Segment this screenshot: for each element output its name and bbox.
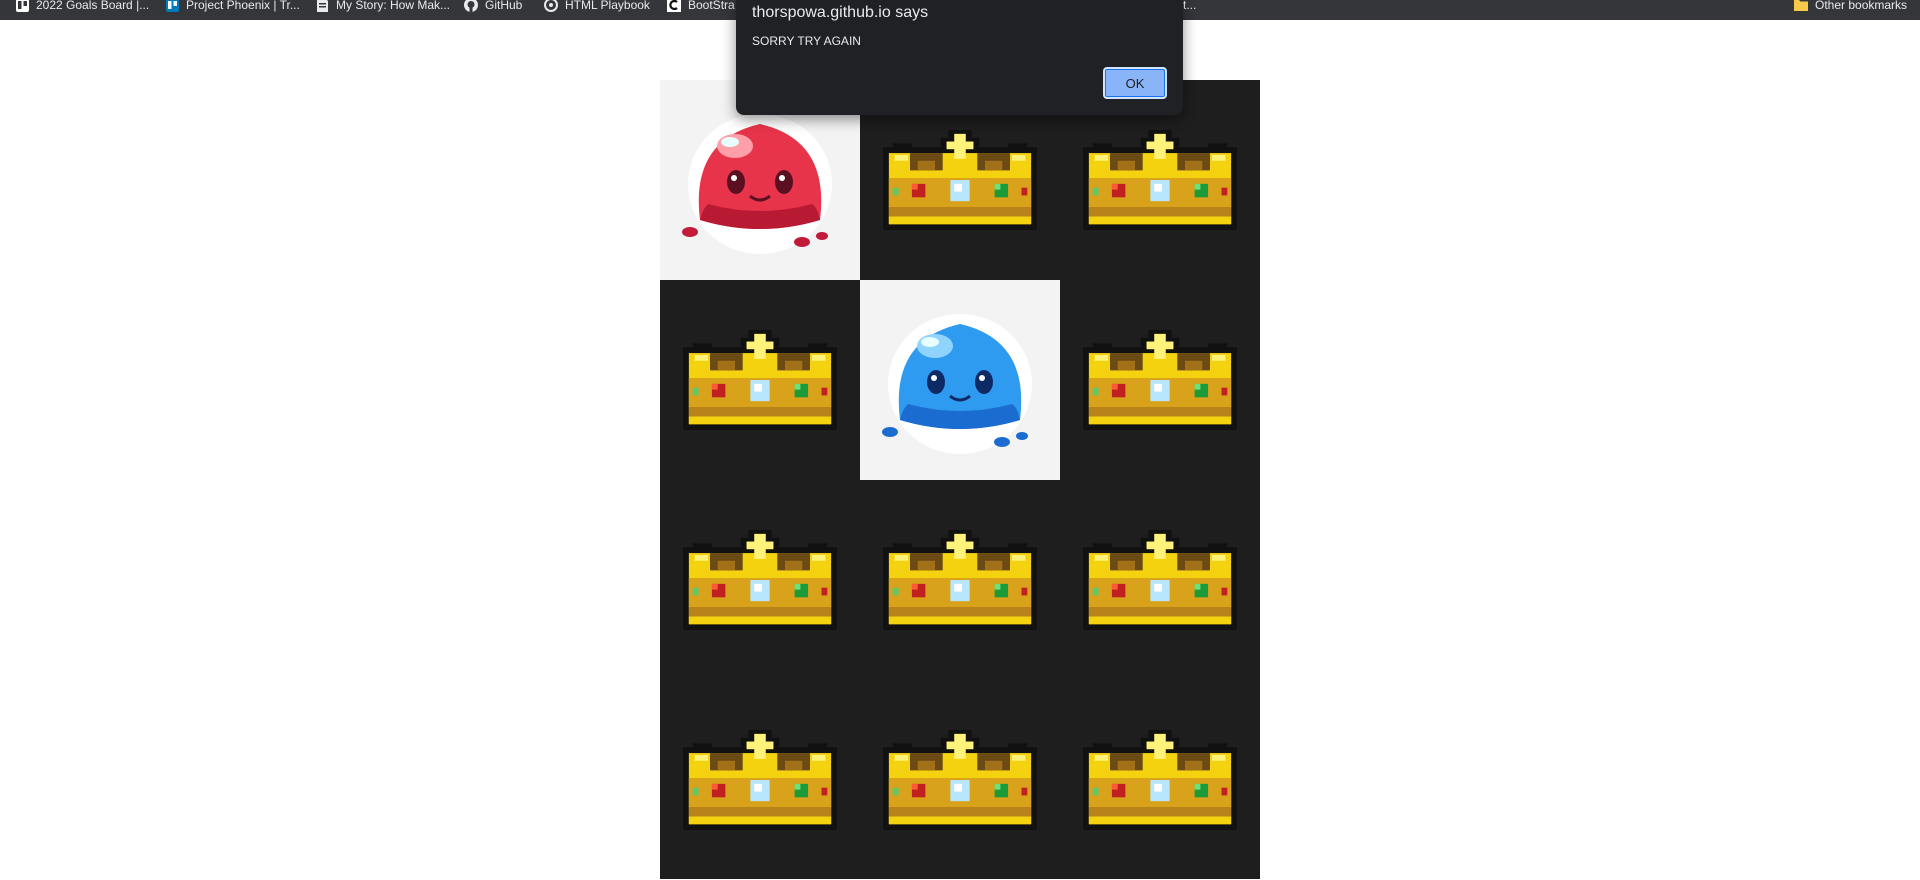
bookmark-label: BootStra — [688, 0, 735, 12]
trello-icon — [164, 0, 180, 13]
tile-blue-slime[interactable] — [860, 280, 1060, 480]
crown-icon — [883, 730, 1037, 830]
other-bookmarks[interactable]: Other bookmarks — [1793, 0, 1907, 14]
playbook-icon — [543, 0, 559, 13]
bookmark-bootstrap[interactable]: BootStra — [666, 0, 735, 14]
crown-icon — [883, 530, 1037, 630]
crown-icon — [883, 130, 1037, 230]
bookmark-label: HTML Playbook — [565, 0, 650, 12]
bookmark-truncated[interactable]: t... — [1183, 0, 1196, 14]
crown-icon — [683, 530, 837, 630]
bookmark-label: GitHub — [485, 0, 523, 12]
game-board — [660, 80, 1260, 879]
alert-dialog: thorspowa.github.io says SORRY TRY AGAIN… — [736, 0, 1183, 115]
crown-icon — [683, 730, 837, 830]
crown-icon — [1083, 330, 1237, 430]
bookmark-2022-goals[interactable]: 2022 Goals Board |... — [14, 0, 149, 14]
folder-icon — [1793, 0, 1809, 13]
bookmark-github[interactable]: GitHub — [463, 0, 522, 14]
crown-icon — [1083, 130, 1237, 230]
bookmark-label: Project Phoenix | Tr... — [186, 0, 300, 12]
crown-icon — [1083, 530, 1237, 630]
document-icon — [314, 0, 330, 13]
bookmark-label: t... — [1183, 0, 1197, 12]
bookmark-label: My Story: How Mak... — [336, 0, 451, 12]
bookmark-project-phoenix[interactable]: Project Phoenix | Tr... — [164, 0, 300, 14]
ok-button[interactable]: OK — [1103, 67, 1167, 99]
codecademy-icon — [666, 0, 682, 13]
red-slime-icon — [680, 112, 834, 256]
github-icon — [463, 0, 479, 13]
tile-crown[interactable] — [660, 680, 860, 880]
dialog-title: thorspowa.github.io says — [752, 4, 929, 21]
tile-crown[interactable] — [860, 480, 1060, 680]
blue-slime-icon — [880, 312, 1034, 456]
other-bookmarks-label: Other bookmarks — [1815, 0, 1908, 12]
crown-icon — [1083, 730, 1237, 830]
tile-crown[interactable] — [860, 680, 1060, 880]
bookmark-my-story[interactable]: My Story: How Mak... — [314, 0, 450, 14]
tile-crown[interactable] — [1060, 680, 1260, 880]
bookmark-html-playbook[interactable]: HTML Playbook — [543, 0, 650, 14]
bookmark-label: 2022 Goals Board |... — [36, 0, 150, 12]
tile-crown[interactable] — [660, 480, 860, 680]
dialog-message: SORRY TRY AGAIN — [752, 34, 861, 48]
trello-icon — [14, 0, 30, 13]
crown-icon — [683, 330, 837, 430]
tile-crown[interactable] — [1060, 480, 1260, 680]
tile-crown[interactable] — [1060, 280, 1260, 480]
tile-crown[interactable] — [660, 280, 860, 480]
